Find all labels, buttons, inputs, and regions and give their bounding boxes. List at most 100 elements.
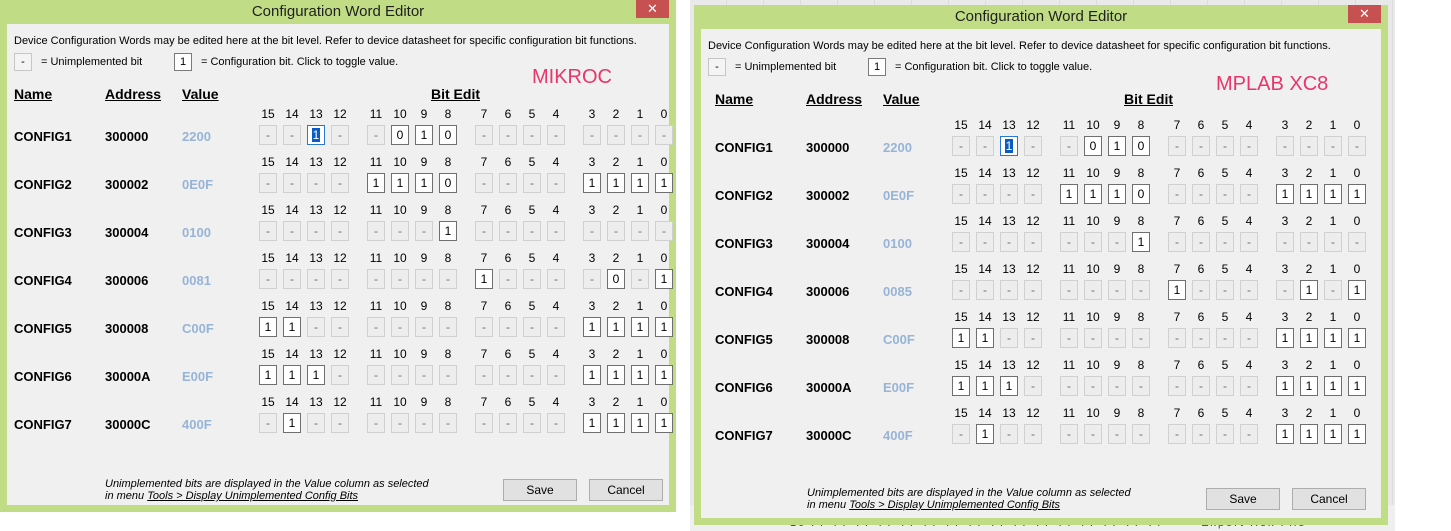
title-bar[interactable]: Configuration Word Editor ✕ [701, 5, 1381, 29]
bit-number-label: 11 [1062, 310, 1076, 324]
bit-number-label: 4 [552, 107, 560, 121]
bit-number-label: 8 [1137, 310, 1145, 324]
config-bit-toggle[interactable]: 1 [1060, 184, 1078, 204]
config-bit-toggle[interactable]: 1 [952, 328, 970, 348]
config-bit-toggle[interactable]: 1 [259, 365, 277, 385]
config-bit-toggle[interactable]: 1 [1300, 184, 1318, 204]
config-bit-toggle[interactable]: 1 [976, 376, 994, 396]
config-bit-toggle[interactable]: 1 [1348, 280, 1366, 300]
config-bit-toggle[interactable]: 1 [976, 424, 994, 444]
config-bit-toggle[interactable]: 1 [307, 125, 325, 145]
config-bit-toggle[interactable]: 1 [307, 365, 325, 385]
config-bit-toggle[interactable]: 1 [583, 173, 601, 193]
bit-value: - [374, 320, 378, 334]
config-bit-toggle[interactable]: 1 [1108, 136, 1126, 156]
config-bit-toggle[interactable]: 1 [655, 413, 673, 433]
menu-path-link[interactable]: Tools > Display Unimplemented Config Bit… [849, 499, 1060, 511]
config-bit-toggle[interactable]: 1 [1300, 424, 1318, 444]
config-bit-toggle[interactable]: 1 [631, 413, 649, 433]
config-bit-toggle[interactable]: 1 [631, 317, 649, 337]
config-bit-toggle[interactable]: 1 [607, 413, 625, 433]
config-bit-toggle[interactable]: 1 [1000, 136, 1018, 156]
menu-path-link[interactable]: Tools > Display Unimplemented Config Bit… [147, 490, 358, 502]
config-bit-toggle[interactable]: 0 [607, 269, 625, 289]
title-bar[interactable]: Configuration Word Editor ✕ [7, 0, 669, 24]
bit-value: 1 [1353, 427, 1361, 441]
config-bit-toggle[interactable]: 1 [607, 317, 625, 337]
save-button[interactable]: Save [1206, 488, 1280, 510]
config-bit-toggle[interactable]: 1 [655, 269, 673, 289]
unimplemented-bit: - [499, 317, 517, 337]
config-bit-toggle[interactable]: 1 [1324, 328, 1342, 348]
config-bit-toggle[interactable]: 1 [655, 365, 673, 385]
bit-number-label: 4 [1245, 118, 1253, 132]
config-bit-toggle[interactable]: 0 [1132, 136, 1150, 156]
config-bit-toggle[interactable]: 1 [976, 328, 994, 348]
config-bit-toggle[interactable]: 1 [1348, 424, 1366, 444]
config-bit-toggle[interactable]: 0 [1084, 136, 1102, 156]
config-bit-toggle[interactable]: 1 [283, 413, 301, 433]
config-bit-toggle[interactable]: 1 [631, 365, 649, 385]
config-bit-toggle[interactable]: 1 [655, 317, 673, 337]
config-bit-toggle[interactable]: 1 [655, 173, 673, 193]
bit-value: - [506, 416, 510, 430]
config-bit-toggle[interactable]: 1 [1300, 328, 1318, 348]
unimplemented-bit: - [1000, 232, 1018, 252]
config-bit-toggle[interactable]: 1 [1300, 376, 1318, 396]
config-bit-toggle[interactable]: 0 [391, 125, 409, 145]
bit-number-label: 0 [660, 347, 668, 361]
config-bit-toggle[interactable]: 1 [1132, 232, 1150, 252]
config-bit-toggle[interactable]: 1 [1348, 376, 1366, 396]
config-bit-toggle[interactable]: 1 [583, 413, 601, 433]
bit-number-label: 15 [261, 299, 275, 313]
config-bit-toggle[interactable]: 1 [607, 365, 625, 385]
legend-config-text: = Configuration bit. Click to toggle val… [895, 61, 1093, 73]
config-bit-toggle[interactable]: 1 [283, 365, 301, 385]
bit-number-label: 5 [1221, 166, 1229, 180]
config-bit-toggle[interactable]: 1 [1300, 280, 1318, 300]
config-bit-toggle[interactable]: 1 [439, 221, 457, 241]
config-bit-toggle[interactable]: 1 [1324, 184, 1342, 204]
config-bit-toggle[interactable]: 0 [1132, 184, 1150, 204]
config-bit-toggle[interactable]: 1 [1276, 376, 1294, 396]
config-bit-toggle[interactable]: 1 [415, 125, 433, 145]
config-bit-toggle[interactable]: 1 [367, 173, 385, 193]
config-address: 300008 [806, 332, 850, 347]
config-bit-toggle[interactable]: 1 [583, 365, 601, 385]
config-bit-toggle[interactable]: 1 [415, 173, 433, 193]
config-bit-toggle[interactable]: 1 [607, 173, 625, 193]
config-bit-toggle[interactable]: 1 [1276, 328, 1294, 348]
config-bit-toggle[interactable]: 1 [631, 173, 649, 193]
bit-value: - [1199, 283, 1203, 297]
config-bit-toggle[interactable]: 1 [1084, 184, 1102, 204]
config-bit-toggle[interactable]: 1 [283, 317, 301, 337]
config-bit-toggle[interactable]: 1 [1000, 376, 1018, 396]
config-bit-toggle[interactable]: 0 [439, 173, 457, 193]
column-header-name: Name [14, 86, 53, 102]
save-button[interactable]: Save [503, 479, 577, 501]
intro-text: Device Configuration Words may be edited… [708, 40, 1331, 52]
close-icon[interactable]: ✕ [636, 0, 669, 18]
config-bit-toggle[interactable]: 1 [1276, 184, 1294, 204]
config-bit-toggle[interactable]: 1 [1168, 280, 1186, 300]
config-bit-toggle[interactable]: 1 [1348, 184, 1366, 204]
config-bit-toggle[interactable]: 1 [952, 376, 970, 396]
config-bit-toggle[interactable]: 1 [259, 317, 277, 337]
unimplemented-bit: - [952, 424, 970, 444]
bit-number-label: 7 [480, 155, 488, 169]
config-bit-toggle[interactable]: 1 [1108, 184, 1126, 204]
config-bit-toggle[interactable]: 1 [583, 317, 601, 337]
config-bit-toggle[interactable]: 1 [1348, 328, 1366, 348]
bit-value: - [1007, 187, 1011, 201]
config-bit-toggle[interactable]: 1 [391, 173, 409, 193]
cancel-button[interactable]: Cancel [589, 479, 663, 501]
close-icon[interactable]: ✕ [1348, 5, 1381, 23]
config-bit-toggle[interactable]: 1 [1276, 424, 1294, 444]
config-bit-toggle[interactable]: 1 [1324, 376, 1342, 396]
unimplemented-bit: - [607, 221, 625, 241]
config-bit-toggle[interactable]: 0 [439, 125, 457, 145]
config-bit-toggle[interactable]: 1 [1324, 424, 1342, 444]
bit-value: - [590, 272, 594, 286]
cancel-button[interactable]: Cancel [1292, 488, 1366, 510]
config-bit-toggle[interactable]: 1 [475, 269, 493, 289]
